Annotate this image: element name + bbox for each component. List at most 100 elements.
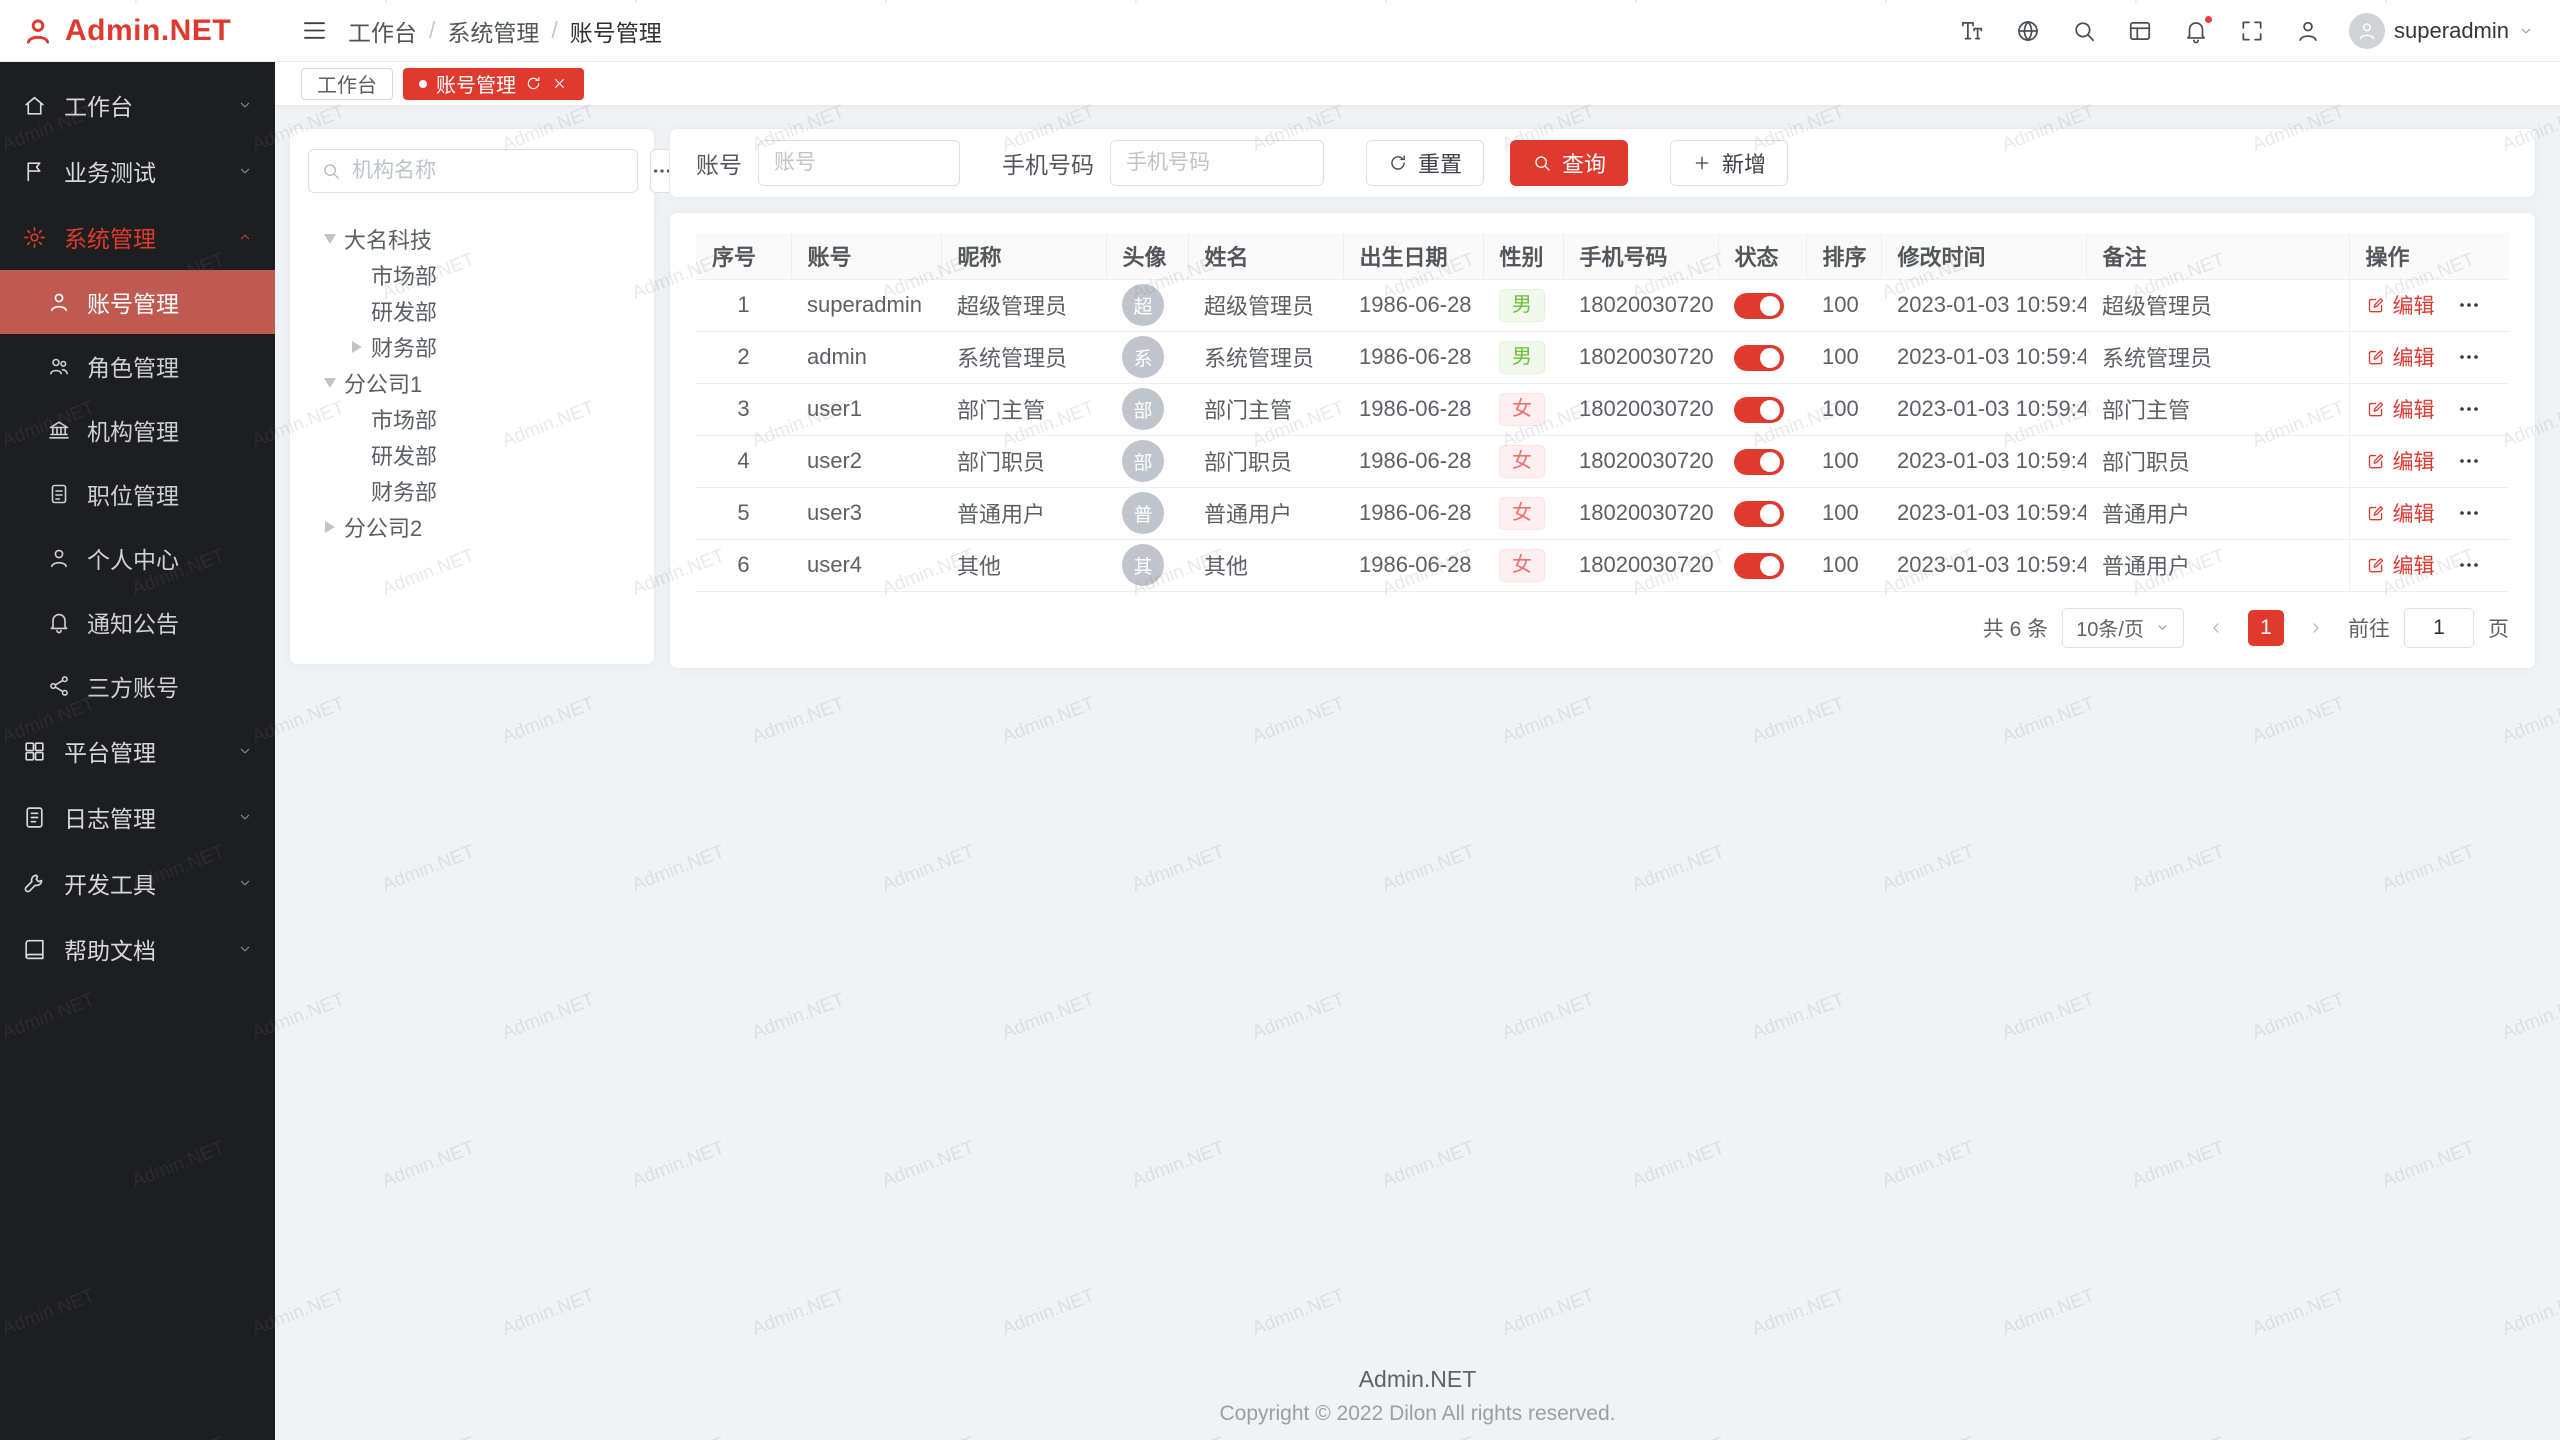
sidebar-subitem-position-management[interactable]: 职位管理: [0, 462, 275, 526]
cell-birth-date: 1986-06-28: [1343, 279, 1483, 331]
sidebar-subitem-label: 个人中心: [87, 541, 179, 575]
tree-caret-icon[interactable]: [343, 341, 371, 353]
sidebar-item-help-docs[interactable]: 帮助文档: [0, 916, 275, 982]
status-toggle[interactable]: [1734, 449, 1784, 475]
sidebar-subitem-notice[interactable]: 通知公告: [0, 590, 275, 654]
sidebar-subitem-role-management[interactable]: 角色管理: [0, 334, 275, 398]
tree-node-2[interactable]: 研发部: [308, 293, 636, 329]
tree-node-1[interactable]: 市场部: [308, 257, 636, 293]
search-button[interactable]: 查询: [1510, 140, 1628, 186]
cell-index: 5: [696, 487, 791, 539]
edit-button[interactable]: 编辑: [2366, 550, 2435, 580]
font-size-button[interactable]: [1959, 18, 1985, 44]
table-row: 5user3普通用户普普通用户1986-06-28女18020030720100…: [696, 487, 2509, 539]
sidebar-subitem-account-management[interactable]: 账号管理: [0, 270, 275, 334]
cell-modified-time: 2023-01-03 10:59:44: [1881, 331, 2086, 383]
tree-node-3[interactable]: 财务部: [308, 329, 636, 365]
edit-button[interactable]: 编辑: [2366, 342, 2435, 372]
user-menu[interactable]: superadmin: [2349, 13, 2534, 49]
table-row: 2admin系统管理员系系统管理员1986-06-28男180200307201…: [696, 331, 2509, 383]
page-size-select[interactable]: 10条/页: [2062, 608, 2184, 648]
tree-node-6[interactable]: 研发部: [308, 437, 636, 473]
status-toggle[interactable]: [1734, 553, 1784, 579]
layout-button[interactable]: [2127, 18, 2153, 44]
user-avatar: [2349, 13, 2385, 49]
cell-account: user4: [791, 539, 941, 591]
status-toggle[interactable]: [1734, 501, 1784, 527]
sidebar-item-business-test[interactable]: 业务测试: [0, 138, 275, 204]
cell-name: 系统管理员: [1188, 331, 1343, 383]
breadcrumb-item-workbench[interactable]: 工作台: [348, 14, 417, 48]
accounts-table: 序号 账号 昵称 头像 姓名 出生日期 性别 手机号码 状态 排序 修改时间 备…: [696, 233, 2509, 592]
fullscreen-button[interactable]: [2239, 18, 2265, 44]
language-button[interactable]: [2015, 18, 2041, 44]
cell-gender: 女: [1483, 383, 1563, 435]
notifications-button[interactable]: [2183, 18, 2209, 44]
edit-button[interactable]: 编辑: [2366, 446, 2435, 476]
edit-label: 编辑: [2393, 498, 2435, 528]
tree-caret-icon[interactable]: [316, 233, 344, 245]
next-page-button[interactable]: [2298, 610, 2334, 646]
tree-node-8[interactable]: 分公司2: [308, 509, 636, 545]
tree-node-5[interactable]: 市场部: [308, 401, 636, 437]
more-actions-button[interactable]: [2457, 449, 2481, 473]
status-toggle[interactable]: [1734, 293, 1784, 319]
tab-account-management[interactable]: 账号管理: [403, 68, 584, 100]
refresh-tab-icon[interactable]: [525, 75, 542, 92]
accounts-tbody: 1superadmin超级管理员超超级管理员1986-06-28男1802003…: [696, 279, 2509, 591]
cell-nickname: 普通用户: [941, 487, 1106, 539]
sidebar-item-workbench[interactable]: 工作台: [0, 72, 275, 138]
sidebar-subitem-personal-center[interactable]: 个人中心: [0, 526, 275, 590]
brand[interactable]: Admin.NET: [0, 0, 275, 62]
tree-node-0[interactable]: 大名科技: [308, 221, 636, 257]
sidebar-item-platform-management[interactable]: 平台管理: [0, 718, 275, 784]
col-index: 序号: [696, 233, 791, 279]
more-actions-button[interactable]: [2457, 501, 2481, 525]
cell-remark: 部门职员: [2086, 435, 2349, 487]
add-button[interactable]: 新增: [1670, 140, 1788, 186]
cell-avatar: 部: [1106, 435, 1188, 487]
chev-down-icon: [237, 809, 253, 825]
account-filter-input[interactable]: [758, 140, 960, 186]
status-toggle[interactable]: [1734, 397, 1784, 423]
prev-page-button[interactable]: [2198, 610, 2234, 646]
cell-phone: 18020030720: [1563, 331, 1718, 383]
tab-workbench[interactable]: 工作台: [301, 68, 393, 100]
org-search-input[interactable]: [350, 158, 625, 184]
search-icon: [1532, 153, 1552, 173]
tree-caret-icon[interactable]: [316, 377, 344, 389]
search-button[interactable]: [2071, 18, 2097, 44]
sidebar-item-log-management[interactable]: 日志管理: [0, 784, 275, 850]
tree-node-4[interactable]: 分公司1: [308, 365, 636, 401]
more-actions-button[interactable]: [2457, 397, 2481, 421]
edit-icon: [2366, 295, 2386, 315]
edit-button[interactable]: 编辑: [2366, 498, 2435, 528]
page-1-button[interactable]: 1: [2248, 610, 2284, 646]
menu-collapse-icon[interactable]: [301, 17, 328, 44]
toggle-knob: [1760, 556, 1780, 576]
edit-button[interactable]: 编辑: [2366, 290, 2435, 320]
more-actions-button[interactable]: [2457, 345, 2481, 369]
profile-button[interactable]: [2295, 18, 2321, 44]
goto-page-input[interactable]: [2404, 608, 2474, 648]
status-toggle[interactable]: [1734, 345, 1784, 371]
close-tab-icon[interactable]: [551, 75, 568, 92]
reset-button[interactable]: 重置: [1366, 140, 1484, 186]
cell-nickname: 部门主管: [941, 383, 1106, 435]
sidebar-item-system-management[interactable]: 系统管理: [0, 204, 275, 270]
row-avatar: 普: [1122, 492, 1164, 534]
tree-caret-icon[interactable]: [316, 521, 344, 533]
breadcrumb-item-system[interactable]: 系统管理: [447, 14, 539, 48]
sidebar-subitem-org-management[interactable]: 机构管理: [0, 398, 275, 462]
phone-filter-input[interactable]: [1110, 140, 1324, 186]
tree-node-7[interactable]: 财务部: [308, 473, 636, 509]
sidebar-subitem-third-party-account[interactable]: 三方账号: [0, 654, 275, 718]
col-phone: 手机号码: [1563, 233, 1718, 279]
sidebar-item-dev-tools[interactable]: 开发工具: [0, 850, 275, 916]
col-remark: 备注: [2086, 233, 2349, 279]
more-actions-button[interactable]: [2457, 553, 2481, 577]
edit-button[interactable]: 编辑: [2366, 394, 2435, 424]
chev-down-icon: [237, 875, 253, 891]
more-actions-button[interactable]: [2457, 293, 2481, 317]
sidebar-item-label: 系统管理: [64, 220, 156, 254]
